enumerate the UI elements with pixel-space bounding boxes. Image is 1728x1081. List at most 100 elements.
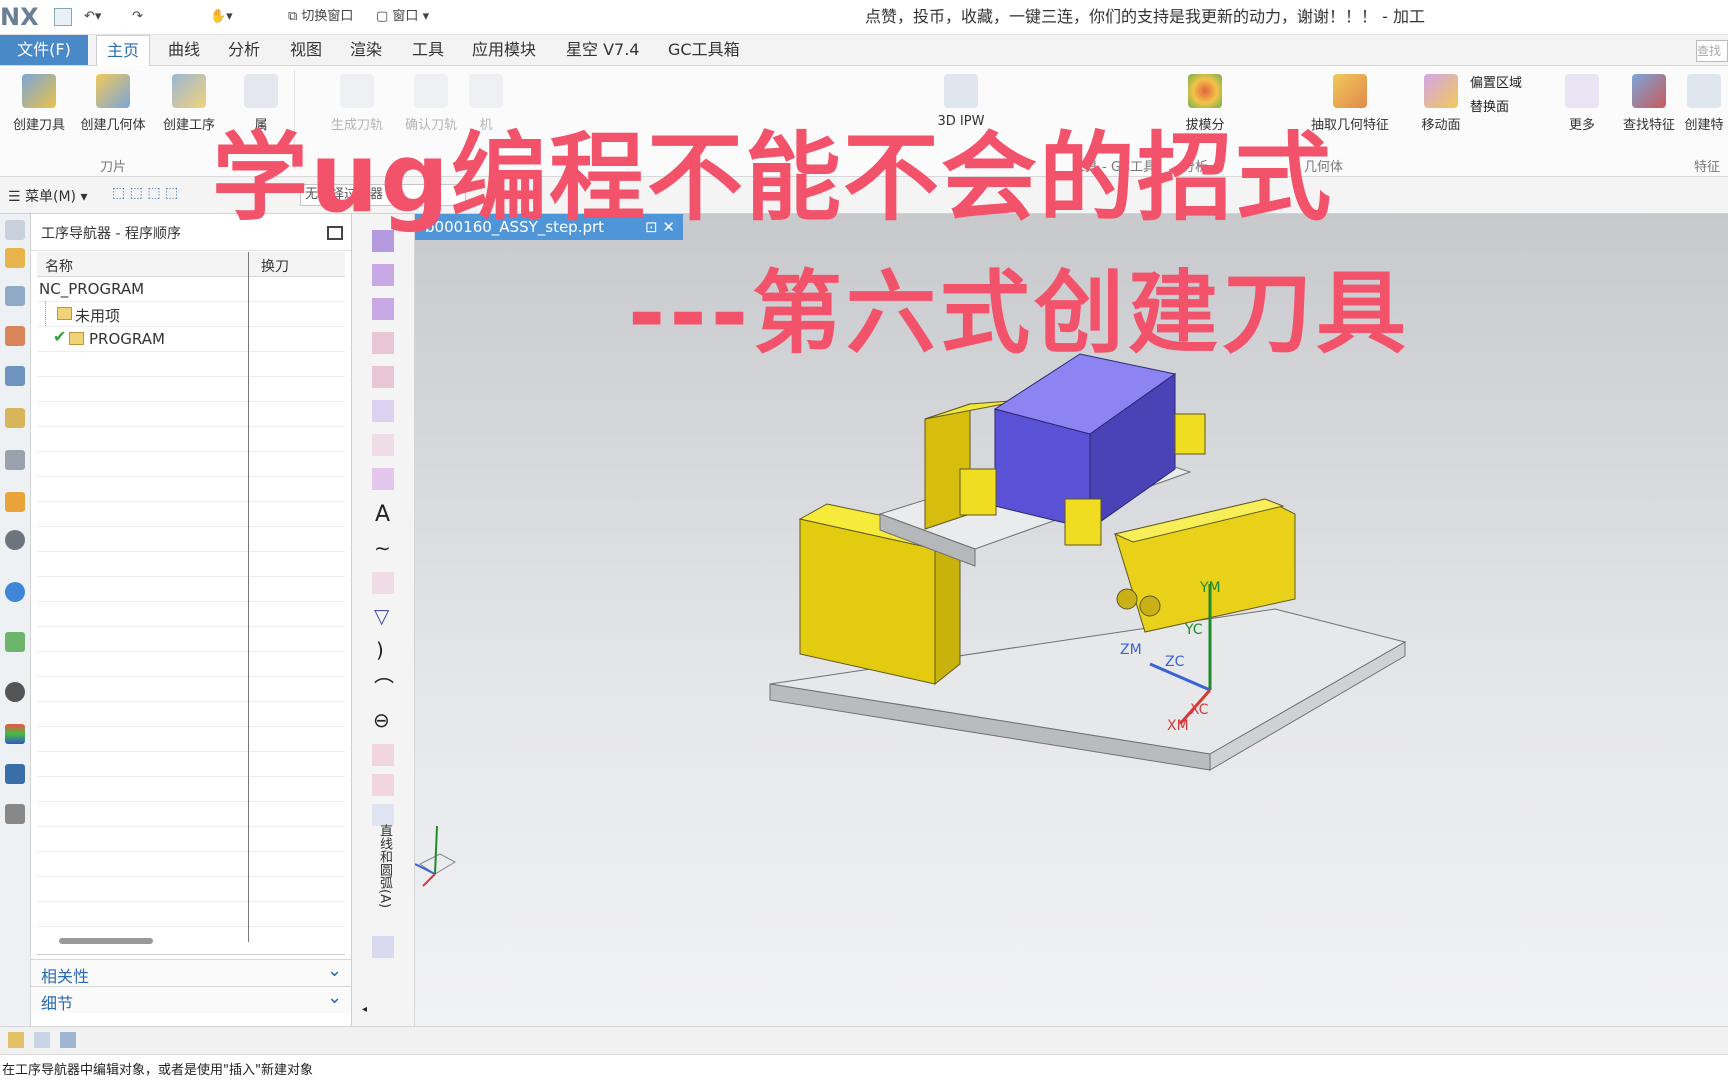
create-geometry-button[interactable]: 创建几何体	[78, 72, 148, 133]
tree-row-empty	[37, 551, 345, 577]
roles-icon[interactable]	[5, 764, 25, 784]
bottom-toolbar	[0, 1026, 1728, 1055]
helix-icon[interactable]	[372, 572, 394, 594]
tab-curve[interactable]: 曲线	[168, 35, 200, 65]
line-icon[interactable]	[372, 774, 394, 796]
spline-icon[interactable]	[372, 366, 394, 388]
operation-navigator-icon[interactable]	[5, 248, 25, 268]
title-bar: NX ↶▾ ↷ ✋▾ ⧉ 切换窗口 ▢ 窗口 ▾ 点赞，投币，收藏，一键三连，你…	[0, 0, 1728, 35]
plane-icon[interactable]	[372, 400, 394, 422]
tree-row-empty	[37, 601, 345, 627]
arc-three-point-icon[interactable]: ⌒	[374, 672, 394, 701]
revolve-icon[interactable]	[372, 298, 394, 320]
tree-row-empty	[37, 626, 345, 652]
more-button[interactable]: 更多	[1560, 72, 1604, 133]
tab-xingkong[interactable]: 星空 V7.4	[566, 35, 639, 65]
sketch-curve-icon[interactable]	[372, 936, 394, 958]
tree-row-empty	[37, 851, 345, 877]
fitting	[1116, 588, 1138, 610]
create-operation-icon	[172, 74, 206, 108]
switch-window-button[interactable]: ⧉ 切换窗口	[288, 8, 353, 26]
details-panel[interactable]: 细节 ⌄	[31, 986, 351, 1013]
column-tool-change[interactable]: 换刀	[261, 256, 289, 276]
point-icon[interactable]	[372, 744, 394, 766]
constraint-navigator-icon[interactable]	[5, 326, 25, 346]
circle-icon[interactable]: ⊖	[373, 708, 390, 732]
redo-icon[interactable]	[34, 1032, 50, 1048]
touch-mode-icon[interactable]: ✋▾	[210, 8, 233, 26]
tab-file[interactable]: 文件(F)	[0, 35, 88, 65]
extract-geometry-icon	[1333, 74, 1367, 108]
web-browser-icon[interactable]	[5, 492, 25, 512]
tree-row-empty	[37, 826, 345, 852]
tab-home[interactable]: 主页	[96, 35, 150, 66]
part-navigator-icon[interactable]	[5, 366, 25, 386]
document-icon[interactable]	[5, 632, 25, 652]
redo-icon[interactable]: ↷	[132, 8, 143, 26]
tree-row-nc-program[interactable]: NC_PROGRAM	[37, 276, 345, 302]
machine-tool-navigator-icon[interactable]	[5, 286, 25, 306]
arc-icon[interactable]: )	[376, 638, 384, 662]
dependencies-panel[interactable]: 相关性 ⌄	[31, 959, 351, 986]
clipboard-icon[interactable]	[8, 1032, 24, 1048]
chevron-down-icon[interactable]: ⌄	[327, 960, 342, 981]
tab-render[interactable]: 渲染	[350, 35, 382, 65]
tab-gc-toolbox[interactable]: GC工具箱	[668, 35, 740, 65]
tree-row-empty	[37, 726, 345, 752]
create-feature-icon	[1687, 74, 1721, 108]
extrude-icon[interactable]	[372, 264, 394, 286]
horizontal-scrollbar[interactable]	[59, 938, 153, 944]
selection-tools[interactable]: ⬚ ⬚ ⬚ ⬚	[112, 185, 178, 201]
offset-curve-icon[interactable]	[372, 434, 394, 456]
hd3d-icon[interactable]	[5, 450, 25, 470]
vertical-toolbar: A ∼ ▽ ) ⌒ ⊖ 直线和圆弧(A) ◂	[352, 214, 415, 1026]
create-tool-button[interactable]: 创建刀具	[4, 72, 74, 133]
clock-icon[interactable]	[5, 682, 25, 702]
chevron-down-icon[interactable]: ⌄	[327, 987, 342, 1008]
column-name[interactable]: 名称	[45, 256, 73, 276]
undo-icon[interactable]: ↶▾	[84, 8, 101, 26]
layers-icon[interactable]	[60, 1032, 76, 1048]
sketch-icon[interactable]	[372, 804, 394, 826]
window-menu-button[interactable]: ▢ 窗口 ▾	[376, 8, 429, 26]
save-icon[interactable]	[54, 8, 72, 26]
curve-icon[interactable]	[372, 332, 394, 354]
menu-button[interactable]: ☰ 菜单(M) ▾	[8, 186, 88, 206]
axis-label-yc: YC	[1184, 622, 1203, 638]
tree-row-empty	[37, 876, 345, 902]
offset-region-button[interactable]: 偏置区域	[1470, 72, 1522, 91]
surface-icon[interactable]	[372, 468, 394, 490]
gear-icon[interactable]	[5, 220, 25, 240]
tree-row-empty	[37, 426, 345, 452]
post	[959, 468, 997, 516]
video-headline: 学ug编程不能不会的招式	[212, 122, 1334, 234]
system-scene-icon[interactable]	[5, 804, 25, 824]
view-triad	[419, 853, 457, 875]
tree-row-empty	[37, 701, 345, 727]
window-title: 点赞，投币，收藏，一键三连，你们的支持是我更新的动力，谢谢！！！ - 加工	[865, 7, 1425, 26]
info-icon[interactable]	[5, 582, 25, 602]
history-icon[interactable]	[5, 530, 25, 550]
tab-application[interactable]: 应用模块	[472, 35, 536, 65]
tab-analysis[interactable]: 分析	[228, 35, 260, 65]
text-icon[interactable]: A	[375, 502, 390, 527]
axis-label-zc: ZC	[1165, 654, 1185, 670]
create-feature-button[interactable]: 创建特	[1680, 72, 1728, 133]
replace-face-button[interactable]: 替换面	[1470, 96, 1509, 115]
tab-tools[interactable]: 工具	[412, 35, 444, 65]
find-feature-button[interactable]: 查找特征	[1614, 72, 1684, 133]
wave-icon[interactable]: ∼	[374, 536, 391, 560]
tree-row-unused[interactable]: 未用项	[37, 301, 345, 327]
check-icon: ✔	[53, 327, 67, 346]
navigator-title: 工序导航器 - 程序顺序	[41, 226, 181, 242]
tab-view[interactable]: 视图	[290, 35, 322, 65]
reuse-library-icon[interactable]	[5, 408, 25, 428]
move-face-button[interactable]: 移动面	[1406, 72, 1476, 133]
search-input[interactable]: 查找	[1696, 40, 1728, 62]
triangle-icon[interactable]: ▽	[374, 604, 389, 628]
nx-logo: NX	[0, 3, 39, 31]
color-palette-icon[interactable]	[5, 724, 25, 744]
scroll-arrow-icon[interactable]: ◂	[362, 1004, 367, 1015]
column-divider[interactable]	[248, 252, 249, 942]
tree-row-program[interactable]: ✔ PROGRAM	[37, 326, 345, 352]
